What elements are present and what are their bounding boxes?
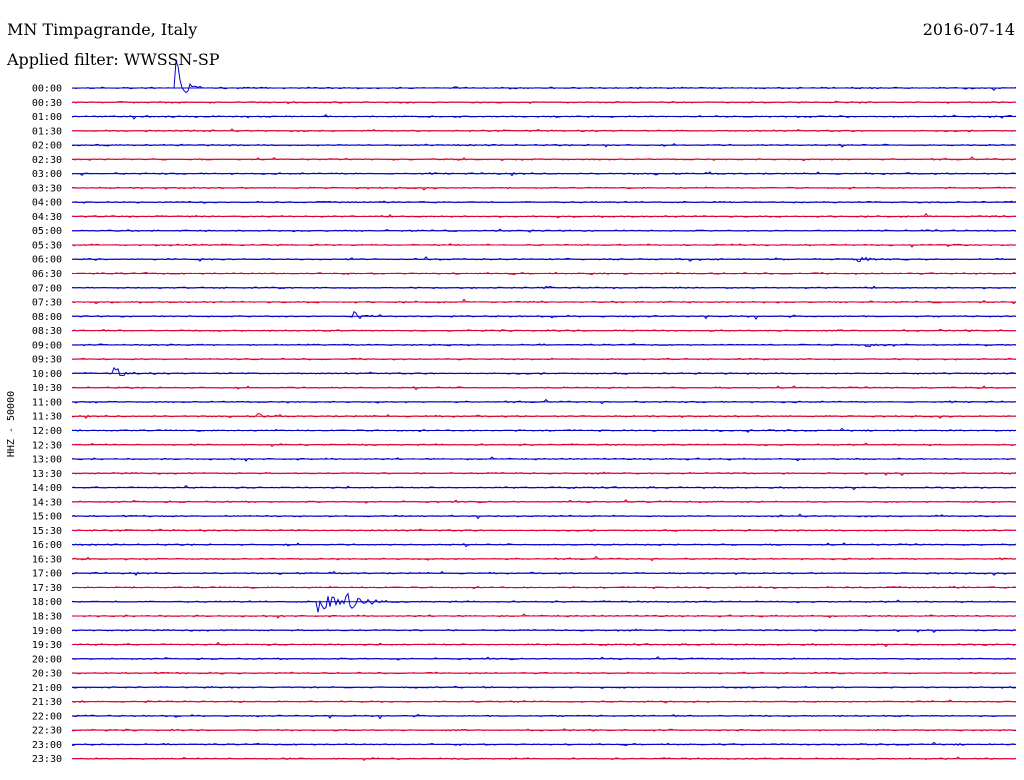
row-label: 11:00: [32, 397, 62, 408]
row-label: 14:00: [32, 483, 62, 494]
row-label: 10:30: [32, 383, 62, 394]
row-label: 01:30: [32, 126, 62, 137]
row-label: 05:00: [32, 226, 62, 237]
row-label: 06:00: [32, 255, 62, 266]
trace-group: [71, 61, 1017, 762]
row-label: 15:00: [32, 512, 62, 523]
row-label: 21:30: [32, 697, 62, 708]
row-label: 03:30: [32, 183, 62, 194]
row-label: 12:00: [32, 426, 62, 437]
row-label: 16:00: [32, 540, 62, 551]
row-label: 10:00: [32, 369, 62, 380]
trace-line: [71, 366, 1017, 377]
row-label: 20:30: [32, 669, 62, 680]
row-label: 15:30: [32, 526, 62, 537]
row-label: 04:30: [32, 212, 62, 223]
row-label: 06:30: [32, 269, 62, 280]
row-label: 00:30: [32, 98, 62, 109]
row-label: 21:00: [32, 683, 62, 694]
row-label: 03:00: [32, 169, 62, 180]
row-label: 14:30: [32, 497, 62, 508]
row-label: 19:30: [32, 640, 62, 651]
row-label: 22:30: [32, 726, 62, 737]
row-label: 19:00: [32, 626, 62, 637]
row-label: 09:30: [32, 355, 62, 366]
row-label: 13:00: [32, 455, 62, 466]
row-label: 09:00: [32, 340, 62, 351]
trace-line: [71, 714, 1017, 720]
row-label: 08:30: [32, 326, 62, 337]
trace-line: [71, 592, 1017, 613]
row-label: 20:00: [32, 654, 62, 665]
row-label: 13:30: [32, 469, 62, 480]
row-label: 02:30: [32, 155, 62, 166]
row-label: 22:00: [32, 711, 62, 722]
row-label: 17:30: [32, 583, 62, 594]
trace-line: [71, 298, 1017, 305]
trace-line: [71, 310, 1017, 321]
row-label: 17:00: [32, 569, 62, 580]
row-label: 04:00: [32, 198, 62, 209]
row-label: 08:00: [32, 312, 62, 323]
row-label: 12:30: [32, 440, 62, 451]
row-label: 07:00: [32, 283, 62, 294]
row-label: 23:00: [32, 740, 62, 751]
y-axis-label: HHZ - 50000: [6, 391, 17, 457]
row-label: 02:00: [32, 141, 62, 152]
row-label: 18:30: [32, 612, 62, 623]
row-label: 05:30: [32, 241, 62, 252]
row-label: 00:00: [32, 84, 62, 95]
row-label: 23:30: [32, 754, 62, 765]
row-label: 01:00: [32, 112, 62, 123]
row-label-group: 00:00 00:30 01:00 01:30 02:00 02:30 03:00 03:30…: [32, 84, 62, 766]
row-label: 18:00: [32, 597, 62, 608]
helicorder-plot: 00:00 00:30 01:00 01:30 02:00 02:30 03:00 03:30…: [6, 61, 1017, 766]
row-label: 11:30: [32, 412, 62, 423]
trace-line: [72, 212, 1016, 219]
row-label: 07:30: [32, 298, 62, 309]
row-label: 16:30: [32, 554, 62, 565]
